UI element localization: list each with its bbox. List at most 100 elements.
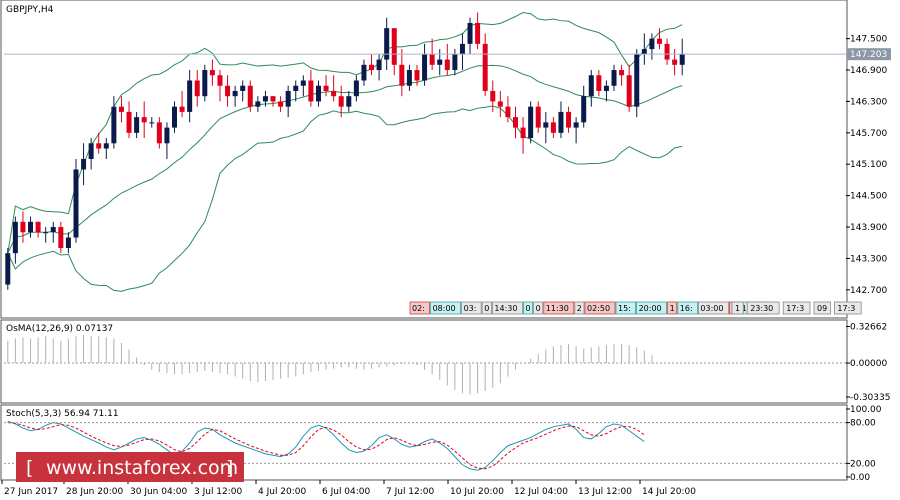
candle-body bbox=[141, 117, 147, 123]
candle-body bbox=[346, 96, 352, 107]
candle-body bbox=[225, 85, 231, 97]
candle-body bbox=[338, 96, 344, 107]
time-axis: 27 Jun 2017 28 Jun 20:00 30 Jun 04:00 3 Jul… bbox=[1, 480, 696, 497]
candle-body bbox=[65, 237, 71, 248]
time-tick-label: 28 Jun 20:00 bbox=[66, 487, 123, 497]
event-marker-label: 14:30 bbox=[494, 304, 517, 313]
price-tick-label: 144.500 bbox=[850, 192, 887, 202]
candle-body bbox=[528, 106, 534, 139]
candle-body bbox=[73, 169, 79, 238]
candle-body bbox=[581, 96, 587, 123]
candle-body bbox=[262, 96, 268, 102]
candle-body bbox=[475, 22, 481, 44]
time-tick-label: 13 Jul 12:00 bbox=[578, 487, 632, 497]
candle-body bbox=[278, 101, 284, 107]
event-marker-label: 16: bbox=[680, 304, 693, 313]
stoch-tick-label: 100.00 bbox=[850, 405, 882, 415]
candle-body bbox=[619, 70, 625, 76]
event-marker-label: 1 bbox=[735, 304, 740, 313]
current-price-label: 147.203 bbox=[850, 50, 887, 60]
candle-body bbox=[111, 106, 117, 144]
candle-body bbox=[376, 59, 382, 71]
price-tick-label: 146.900 bbox=[850, 66, 887, 76]
event-marker-label: 08:00 bbox=[433, 304, 456, 313]
osma-panel-title: OsMA(12,26,9) 0.07137 bbox=[6, 324, 113, 334]
candle-body bbox=[270, 96, 276, 102]
price-tick-label: 145.700 bbox=[850, 129, 887, 139]
candle-body bbox=[437, 59, 443, 65]
candle-body bbox=[247, 85, 253, 107]
price-tick-label: 142.700 bbox=[850, 286, 887, 296]
candle-body bbox=[497, 101, 503, 107]
candle-body bbox=[179, 106, 185, 112]
candle-body bbox=[603, 85, 609, 91]
candle-body bbox=[149, 122, 155, 124]
candle-body bbox=[429, 54, 435, 65]
event-markers: 02: 08:00 03: 0 14:30 0 0 11:30 2 02:50 15: 20:00 1 1… bbox=[409, 301, 862, 315]
candle-body bbox=[164, 127, 170, 144]
candle-body bbox=[232, 90, 238, 97]
event-marker-label: 11:30 bbox=[546, 304, 569, 313]
candle-body bbox=[187, 80, 193, 112]
candle-body bbox=[194, 80, 200, 97]
candle-body bbox=[156, 122, 162, 144]
candle-body bbox=[649, 38, 655, 50]
candle-body bbox=[35, 221, 41, 233]
time-tick-label: 7 Jul 12:00 bbox=[386, 487, 435, 497]
time-tick-label: 10 Jul 20:00 bbox=[450, 487, 504, 497]
candle-body bbox=[81, 159, 87, 170]
price-tick-label: 145.100 bbox=[850, 160, 887, 170]
event-marker-label: 02:50 bbox=[587, 304, 610, 313]
watermark-prefix: [ bbox=[26, 457, 33, 479]
osma-panel bbox=[0, 319, 848, 404]
event-marker-label: 03: bbox=[464, 304, 477, 313]
candle-body bbox=[459, 43, 465, 55]
candle-body bbox=[573, 122, 579, 128]
event-marker-label: 2 bbox=[577, 304, 582, 313]
candle-body bbox=[414, 70, 420, 81]
candle bbox=[528, 101, 534, 144]
candle-body bbox=[611, 70, 617, 86]
price-tick-label: 143.300 bbox=[850, 254, 887, 264]
time-tick-label: 14 Jul 20:00 bbox=[642, 487, 696, 497]
candle-body bbox=[240, 85, 246, 91]
candle-body bbox=[505, 106, 511, 118]
candle-body bbox=[171, 106, 178, 128]
event-marker-label: 20:00 bbox=[639, 304, 662, 313]
candle-body bbox=[315, 85, 321, 102]
event-marker-label: 17:3 bbox=[786, 304, 804, 313]
candle-body bbox=[202, 70, 208, 97]
event-marker-label: 0 bbox=[536, 304, 541, 313]
candle-body bbox=[550, 122, 556, 133]
candle-body bbox=[656, 38, 662, 44]
candle bbox=[5, 247, 11, 290]
watermark-text: www.instaforex.com bbox=[46, 457, 238, 479]
candle-body bbox=[300, 80, 306, 86]
candle-body bbox=[406, 70, 412, 86]
candle-body bbox=[399, 64, 405, 86]
event-marker-label: 17:3 bbox=[837, 304, 855, 313]
candle-body bbox=[566, 111, 572, 128]
time-tick-label: 12 Jul 04:00 bbox=[514, 487, 568, 497]
candle-body bbox=[588, 75, 594, 97]
osma-tick-label: 0.32662 bbox=[850, 322, 887, 332]
candle-body bbox=[58, 227, 64, 248]
candle-body bbox=[490, 90, 496, 102]
stoch-tick-label: 20.00 bbox=[850, 459, 876, 469]
candle-body bbox=[626, 75, 632, 107]
candle-body bbox=[96, 143, 102, 149]
candle-body bbox=[664, 43, 670, 60]
candle-body bbox=[634, 54, 640, 107]
candle-body bbox=[88, 143, 94, 159]
candle bbox=[73, 159, 79, 243]
candle-body bbox=[28, 221, 34, 233]
event-marker-label: 09 bbox=[817, 304, 827, 313]
candle-body bbox=[43, 232, 49, 234]
candle-body bbox=[209, 70, 215, 76]
instaforex-watermark: [ www.instaforex.com ] bbox=[16, 452, 244, 482]
price-tick-label: 146.300 bbox=[850, 97, 887, 107]
candle-body bbox=[369, 64, 375, 71]
time-tick-label: 3 Jul 12:00 bbox=[194, 487, 243, 497]
candle-body bbox=[596, 75, 602, 91]
candle-body bbox=[20, 221, 26, 233]
